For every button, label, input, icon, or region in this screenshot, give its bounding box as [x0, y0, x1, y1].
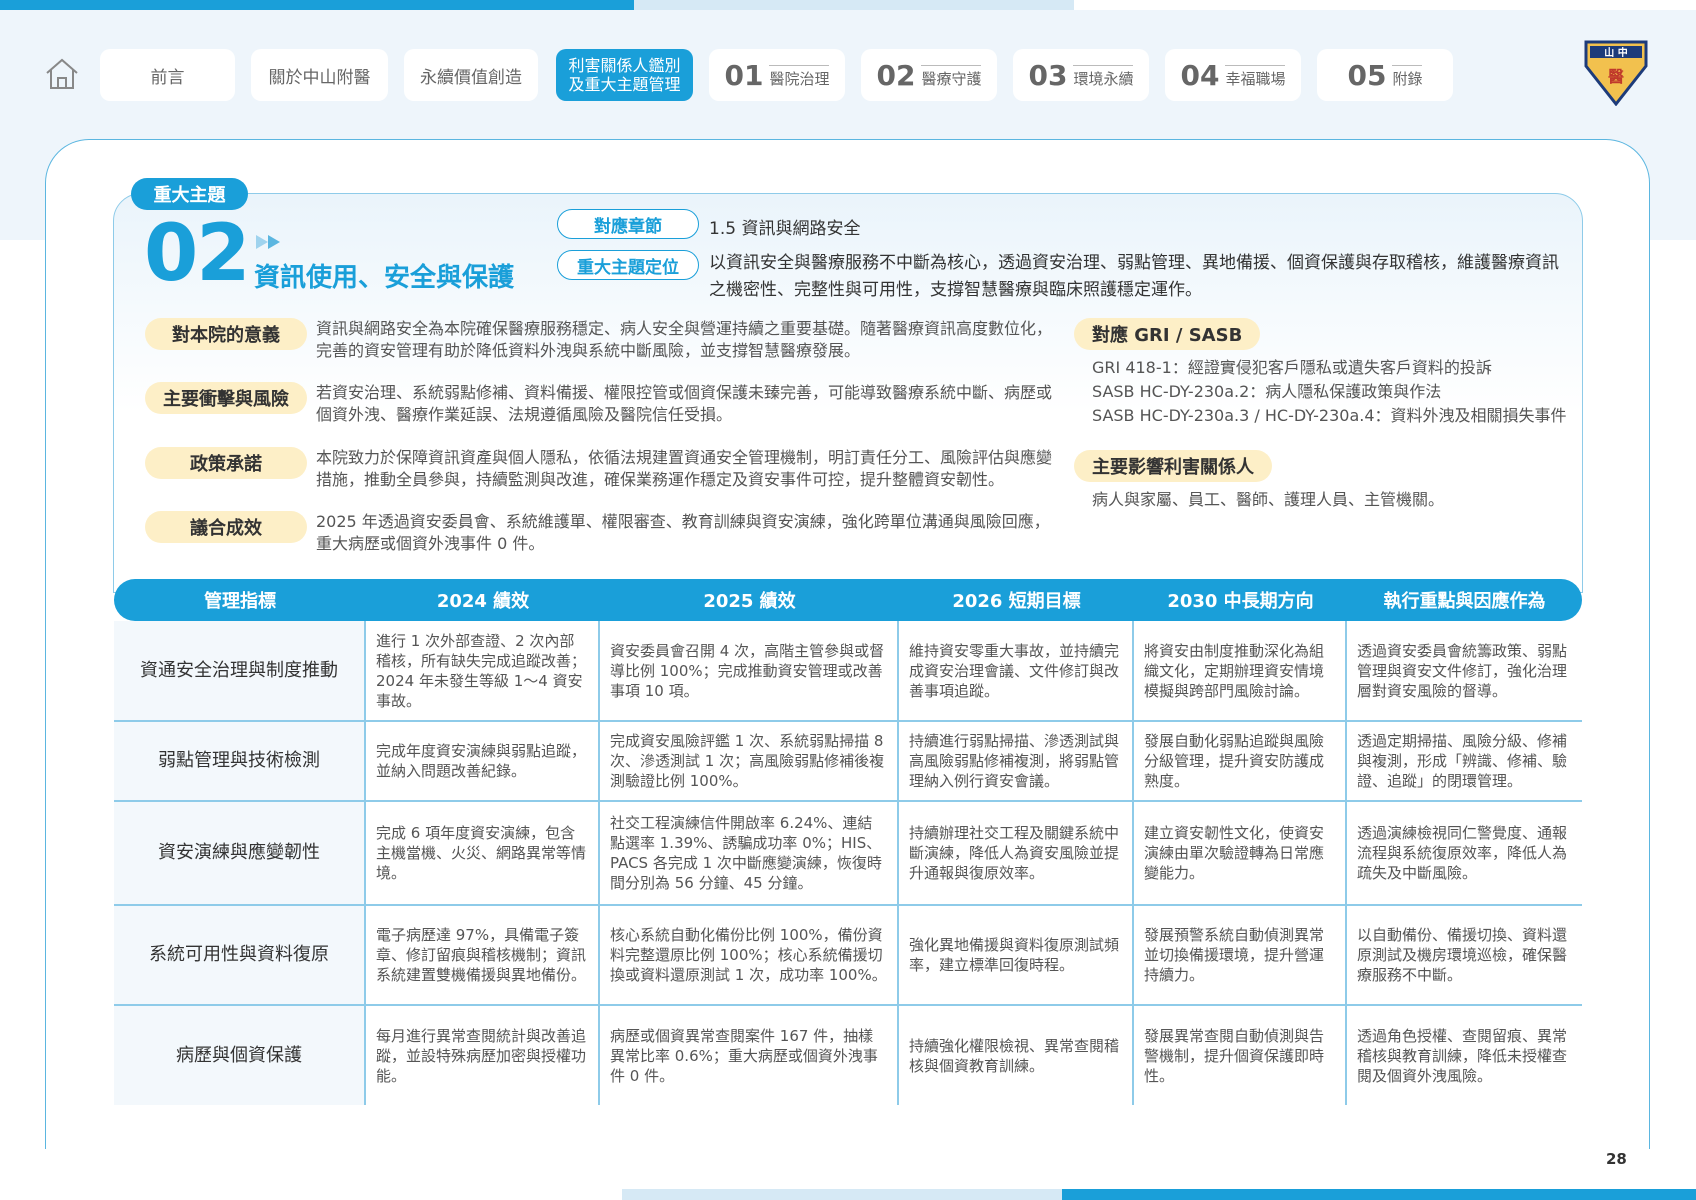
hospital-logo: 山 中 醫 — [1584, 40, 1648, 106]
nav-tab-label-line1: 利害關係人鑑別 — [568, 56, 681, 75]
nav-tab-03[interactable]: 03 環境永續 — [1013, 49, 1149, 101]
nav-tab-label: 醫療守護 — [921, 65, 982, 89]
nav-tab-about[interactable]: 關於中山附醫 — [251, 49, 388, 101]
table-cell: 發展自動化弱點追蹤與風險分級管理，提升資安防護成熟度。 — [1134, 722, 1347, 800]
table-cell: 持續強化權限檢視、異常查閱稽核與個資教育訓練。 — [899, 1006, 1134, 1105]
table-row: 弱點管理與技術檢測 完成年度資安演練與弱點追蹤，並納入問題改善紀錄。 完成資安風… — [114, 722, 1582, 802]
nav-tab-label: 永續價值創造 — [420, 67, 522, 88]
nav-tab-number: 04 — [1180, 58, 1220, 92]
top-accent-bar-light — [634, 0, 1074, 10]
bottom-accent-bar — [1062, 1189, 1696, 1200]
table-cell: 社交工程演練信件開啟率 6.24%、連結點選率 1.39%、誘騙成功率 0%；H… — [600, 802, 899, 904]
stakeholders-label: 主要影響利害關係人 — [1074, 450, 1272, 482]
gri-label: 對應 GRI / SASB — [1074, 318, 1261, 350]
section-text-significance: 資訊與網路安全為本院確保醫療服務穩定、病人安全與營運持續之重要基礎。隨著醫療資訊… — [316, 319, 1053, 360]
table-cell: 持續辦理社交工程及關鍵系統中斷演練，降低人為資安風險並提升通報與復原效率。 — [899, 802, 1134, 904]
nav-tab-number: 01 — [724, 58, 764, 92]
nav-tab-number: 03 — [1028, 58, 1068, 92]
table-row: 病歷與個資保護 每月進行異常查閱統計與改善追蹤，並設特殊病歷加密與授權功能。 病… — [114, 1006, 1582, 1105]
table-cell: 以自動備份、備援切換、資料還原測試及機房環境巡檢，確保醫療服務不中斷。 — [1357, 926, 1568, 984]
table-cell: 完成年度資安演練與弱點追蹤，並納入問題改善紀錄。 — [366, 722, 600, 800]
chapter-label: 對應章節 — [557, 209, 699, 239]
nav-tab-value[interactable]: 永續價值創造 — [404, 49, 538, 101]
table-cell: 病歷或個資異常查閱案件 167 件，抽樣異常比率 0.6%；重大病歷或個資外洩事… — [600, 1006, 899, 1105]
nav-tab-04[interactable]: 04 幸福職場 — [1165, 49, 1301, 101]
nav-tab-label: 環境永續 — [1073, 65, 1134, 89]
section-label-risk: 主要衝擊與風險 — [145, 382, 307, 414]
table-cell: 強化異地備援與資料復原測試頻率，建立標準回復時程。 — [899, 906, 1134, 1004]
topic-tag: 重大主題 — [131, 178, 248, 210]
table-cell: 電子病歷達 97%，具備電子簽章、修訂留痕與稽核機制；資訊系統建置雙機備援與異地… — [366, 906, 600, 1004]
table-header-cell: 管理指標 — [204, 591, 276, 612]
topic-title: 資訊使用、安全與保護 — [254, 263, 515, 293]
table-cell-indicator: 資安演練與應變韌性 — [114, 802, 366, 904]
table-header-cell: 2030 中長期方向 — [1167, 591, 1314, 612]
section-text-policy: 本院致力於保障資訊資產與個人隱私，依循法規建置資通安全管理機制，明訂責任分工、風… — [316, 448, 1053, 489]
table-cell: 完成資安風險評鑑 1 次、系統弱點掃描 8 次、滲透測試 1 次；高風險弱點修補… — [600, 722, 899, 800]
table-cell-indicator: 系統可用性與資料復原 — [114, 906, 366, 1004]
topic-number: 02 — [144, 209, 251, 299]
nav-tab-02[interactable]: 02 醫療守護 — [861, 49, 997, 101]
table-header-cell: 2024 績效 — [436, 591, 530, 612]
table-header-cell: 2025 績效 — [703, 591, 796, 612]
table-row: 資安演練與應變韌性 完成 6 項年度資安演練，包含主機當機、火災、網路異常等情境… — [114, 802, 1582, 906]
play-arrows-icon — [256, 235, 280, 249]
chapter-value: 1.5 資訊與網路安全 — [709, 219, 861, 239]
bottom-accent-bar-light — [622, 1189, 1062, 1200]
table-cell: 維持資安零重大事故，並持續完成資安治理會議、文件修訂與改善事項追蹤。 — [899, 621, 1134, 720]
page-number: 28 — [1606, 1150, 1627, 1168]
table-cell: 建立資安韌性文化，使資安演練由單次驗證轉為日常應變能力。 — [1134, 802, 1347, 904]
table-cell-indicator: 病歷與個資保護 — [114, 1006, 366, 1105]
nav-tab-preface[interactable]: 前言 — [100, 49, 235, 101]
nav-tab-label: 前言 — [150, 67, 185, 88]
nav-tab-label: 關於中山附醫 — [268, 67, 371, 88]
position-value: 以資訊安全與醫療服務不中斷為核心，透過資安治理、弱點管理、異地備援、個資保護與存… — [709, 253, 1559, 300]
gri-line: GRI 418-1：經證實侵犯客戶隱私或遺失客戶資料的投訴 — [1092, 358, 1492, 377]
table-row: 資通安全治理與制度推動 進行 1 次外部查證、2 次內部稽核，所有缺失完成追蹤改… — [114, 621, 1582, 722]
nav-tab-01[interactable]: 01 醫院治理 — [709, 49, 845, 101]
table-cell: 持續進行弱點掃描、滲透測試與高風險弱點修補複測，將弱點管理納入例行資安會議。 — [899, 722, 1134, 800]
nav-tab-label: 醫院治理 — [769, 65, 830, 89]
table-cell: 核心系統自動化備份比例 100%，備份資料完整還原比例 100%；核心系統備援切… — [600, 906, 899, 1004]
table-cell: 每月進行異常查閱統計與改善追蹤，並設特殊病歷加密與授權功能。 — [366, 1006, 600, 1105]
table-header-cell: 執行重點與因應作為 — [1383, 591, 1546, 612]
section-text-engagement: 2025 年透過資安委員會、系統維護單、權限審查、教育訓練與資安演練，強化跨單位… — [316, 512, 1050, 553]
section-text-risk: 若資安治理、系統弱點修補、資料備援、權限控管或個資保護未臻完善，可能導致醫療系統… — [316, 383, 1053, 424]
nav-tab-label-line2: 及重大主題管理 — [568, 75, 681, 94]
nav-tab-number: 02 — [876, 58, 916, 92]
top-accent-bar — [0, 0, 634, 10]
table-row: 系統可用性與資料復原 電子病歷達 97%，具備電子簽章、修訂留痕與稽核機制；資訊… — [114, 906, 1582, 1006]
gri-line: SASB HC-DY-230a.3 / HC-DY-230a.4：資料外洩及相關… — [1092, 406, 1567, 425]
table-cell: 透過演練檢視同仁警覺度、通報流程與系統復原效率，降低人為疏失及中斷風險。 — [1357, 824, 1568, 882]
table-cell: 透過角色授權、查閱留痕、異常稽核與教育訓練，降低未授權查閱及個資外洩風險。 — [1357, 1026, 1568, 1085]
position-label: 重大主題定位 — [557, 250, 699, 280]
table-cell: 透過定期掃描、風險分級、修補與複測，形成「辨識、修補、驗證、追蹤」的閉環管理。 — [1357, 732, 1568, 790]
table-cell: 透過資安委員會統籌政策、弱點管理與資安文件修訂，強化治理層對資安風險的督導。 — [1357, 641, 1568, 700]
gri-line: SASB HC-DY-230a.2：病人隱私保護政策與作法 — [1092, 382, 1442, 401]
table-header-cell: 2026 短期目標 — [952, 591, 1081, 612]
section-label-engagement: 議合成效 — [145, 511, 307, 543]
table-cell: 發展異常查閱自動偵測與告警機制，提升個資保護即時性。 — [1134, 1006, 1347, 1105]
table-cell: 資安委員會召開 4 次，高階主管參與或督導比例 100%；完成推動資安管理或改善… — [600, 621, 899, 720]
table-cell-indicator: 弱點管理與技術檢測 — [114, 722, 366, 800]
table-cell-indicator: 資通安全治理與制度推動 — [114, 621, 366, 720]
table-cell: 發展預警系統自動偵測異常並切換備援環境，提升營運持續力。 — [1134, 906, 1347, 1004]
section-label-significance: 對本院的意義 — [145, 318, 307, 350]
nav-tab-label: 幸福職場 — [1225, 65, 1286, 89]
svg-text:山 中: 山 中 — [1604, 46, 1627, 59]
stakeholders-text: 病人與家屬、員工、醫師、護理人員、主管機關。 — [1092, 490, 1445, 509]
nav-tab-stakeholders[interactable]: 利害關係人鑑別 及重大主題管理 — [556, 49, 693, 101]
nav-tab-05[interactable]: 05 附錄 — [1317, 49, 1453, 101]
table-cell: 完成 6 項年度資安演練，包含主機當機、火災、網路異常等情境。 — [366, 802, 600, 904]
performance-table: 資通安全治理與制度推動 進行 1 次外部查證、2 次內部稽核，所有缺失完成追蹤改… — [114, 621, 1582, 1105]
nav-tab-number: 05 — [1347, 58, 1387, 92]
section-label-policy: 政策承諾 — [145, 447, 307, 479]
svg-text:醫: 醫 — [1608, 67, 1624, 86]
nav-tab-label: 附錄 — [1392, 65, 1423, 89]
home-icon[interactable] — [44, 56, 80, 92]
table-header: 管理指標 2024 績效 2025 績效 2026 短期目標 2030 中長期方… — [114, 579, 1582, 621]
table-cell: 進行 1 次外部查證、2 次內部稽核，所有缺失完成追蹤改善；2024 年未發生等… — [366, 621, 600, 720]
table-cell: 將資安由制度推動深化為組織文化，定期辦理資安情境模擬與跨部門風險討論。 — [1134, 621, 1347, 720]
